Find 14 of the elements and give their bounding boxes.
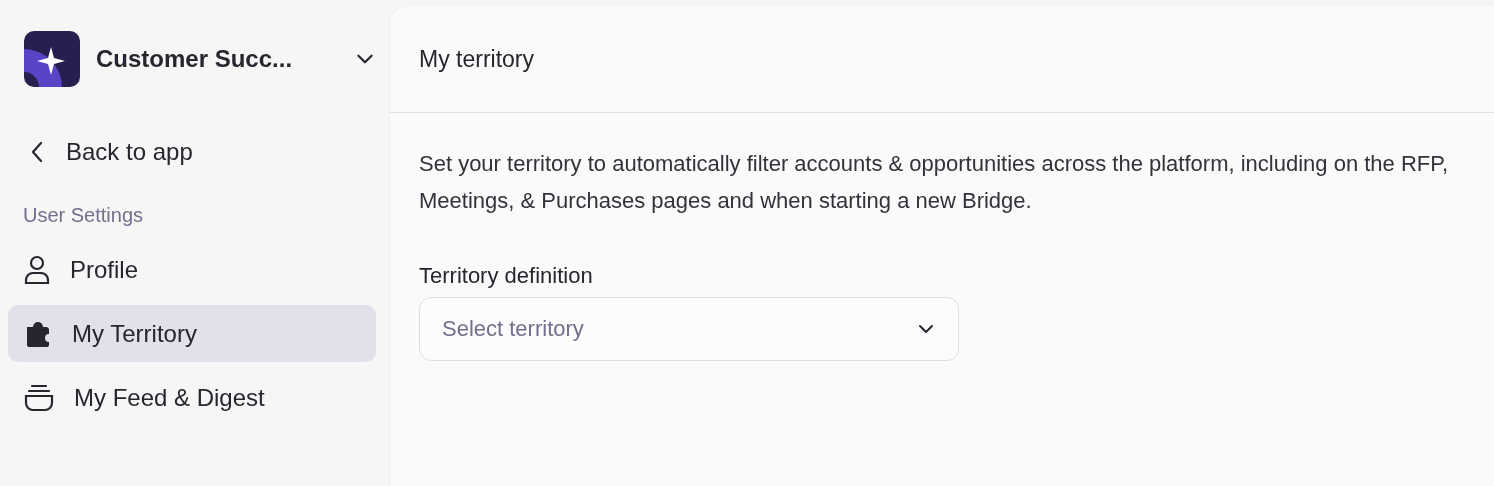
chevron-left-icon <box>30 140 44 164</box>
section-heading: User Settings <box>23 204 145 227</box>
person-icon <box>24 254 50 285</box>
territory-select[interactable]: Select territory <box>419 297 959 361</box>
sidebar-item[interactable]: Profile <box>8 241 376 298</box>
workspace-logo-icon <box>24 31 80 87</box>
back-link[interactable]: Back to app <box>8 122 376 182</box>
page-title: My territory <box>419 45 534 73</box>
description: Set your territory to automatically filter accounts & opportunities across the platform, including on the RFP, Meetings, & Purchases pages and when starting a new Bridge. <box>419 150 1450 215</box>
sidebar-item[interactable]: My Territory <box>8 305 376 362</box>
sidebar-item[interactable]: My Feed & Digest <box>8 369 376 426</box>
workspace-name[interactable]: Customer Succ... <box>96 45 354 73</box>
stack-icon <box>24 382 54 413</box>
field-label: Territory definition <box>419 263 594 289</box>
